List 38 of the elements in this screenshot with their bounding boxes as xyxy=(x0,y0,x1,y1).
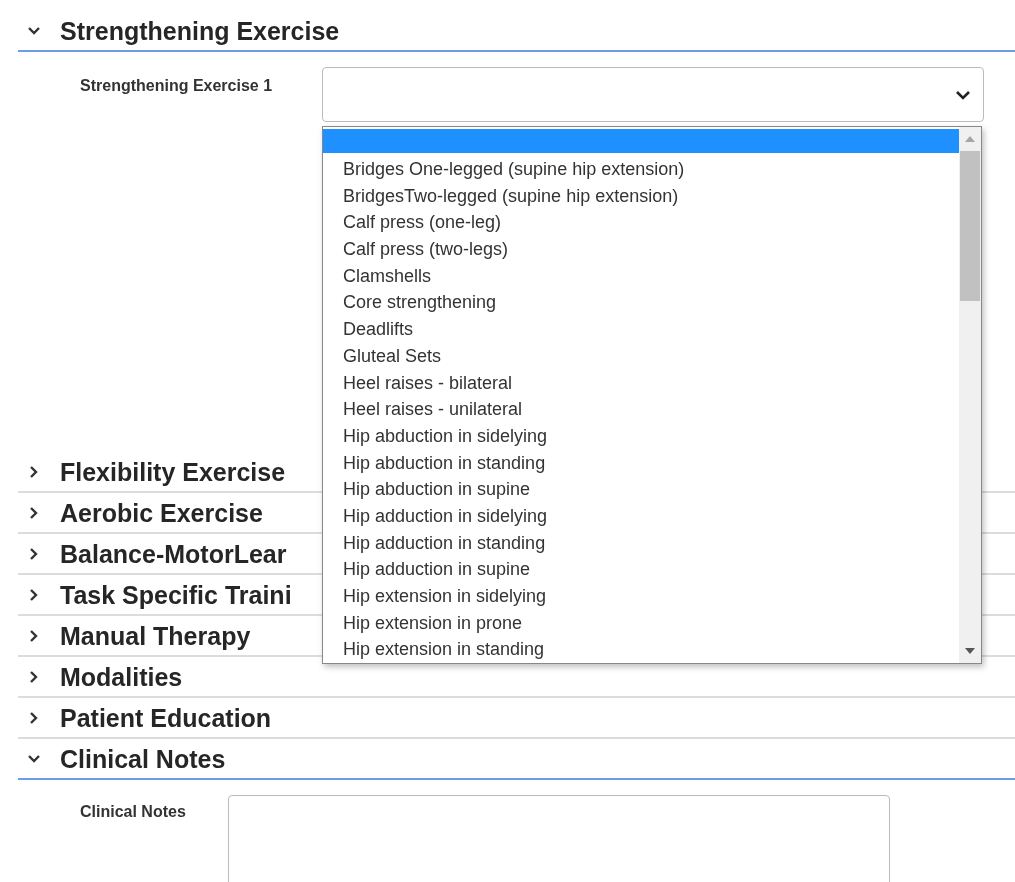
dropdown-option[interactable]: Bridges One-legged (supine hip extension) xyxy=(323,156,959,183)
section-title[interactable]: Manual Therapy xyxy=(60,621,251,651)
dropdown-option[interactable]: BridgesTwo-legged (supine hip extension) xyxy=(323,182,959,210)
section-title[interactable]: Flexibility Exercise xyxy=(60,457,286,487)
chevron-down-icon[interactable] xyxy=(26,26,42,36)
dropdown-option[interactable]: Core strengthening xyxy=(323,289,959,317)
scroll-thumb[interactable] xyxy=(960,151,980,301)
dropdown-option[interactable]: Gluteal Sets xyxy=(323,342,959,370)
dropdown-option[interactable]: Calf press (two-legs) xyxy=(323,236,959,263)
dropdown-option[interactable]: Clamshells xyxy=(323,262,959,290)
select-field[interactable] xyxy=(322,67,984,122)
dropdown-option[interactable]: Hip adduction in supine xyxy=(323,556,959,583)
section-title[interactable]: Patient Education xyxy=(60,703,272,733)
section-title[interactable]: Modalities xyxy=(60,662,183,692)
scrollbar-track[interactable] xyxy=(959,127,981,663)
dropdown-option[interactable]: Calf press (one-leg) xyxy=(323,209,959,237)
section-title[interactable]: Aerobic Exercise xyxy=(60,498,263,528)
dropdown-option[interactable]: Hip abduction in supine xyxy=(323,476,959,503)
dropdown-option[interactable]: Hip extension in sidelying xyxy=(323,583,959,610)
dropdown-option[interactable]: Deadlifts xyxy=(323,316,959,343)
notes-field[interactable] xyxy=(228,795,890,882)
section-title[interactable]: Balance-MotorLear xyxy=(60,539,287,569)
field-label: Strengthening Exercise 1 xyxy=(80,77,274,96)
dropdown-option[interactable]: Hip adduction in standing xyxy=(323,529,959,557)
scroll-down-icon[interactable] xyxy=(964,647,976,655)
section-title[interactable]: Task Specific Traini xyxy=(60,580,292,610)
dropdown-option[interactable]: Hip abduction in standing xyxy=(323,449,959,477)
chevron-down-icon[interactable] xyxy=(26,754,42,764)
dropdown-option[interactable]: Heel raises - bilateral xyxy=(323,369,959,397)
caret-icon xyxy=(955,89,971,100)
dropdown-option[interactable]: Heel raises - unilateral xyxy=(323,396,959,423)
field-label: Clinical Notes xyxy=(80,803,187,822)
dropdown-option[interactable]: Hip extension in prone xyxy=(323,609,959,637)
section-title[interactable]: Strengthening Exercise xyxy=(60,16,340,46)
dropdown-option[interactable]: Hip adduction in sidelying xyxy=(323,502,959,530)
section-title[interactable]: Clinical Notes xyxy=(60,744,226,774)
dropdown-option[interactable]: Hip extension in standing xyxy=(323,636,959,664)
dropdown-option[interactable]: Hip abduction in sidelying xyxy=(323,422,959,450)
